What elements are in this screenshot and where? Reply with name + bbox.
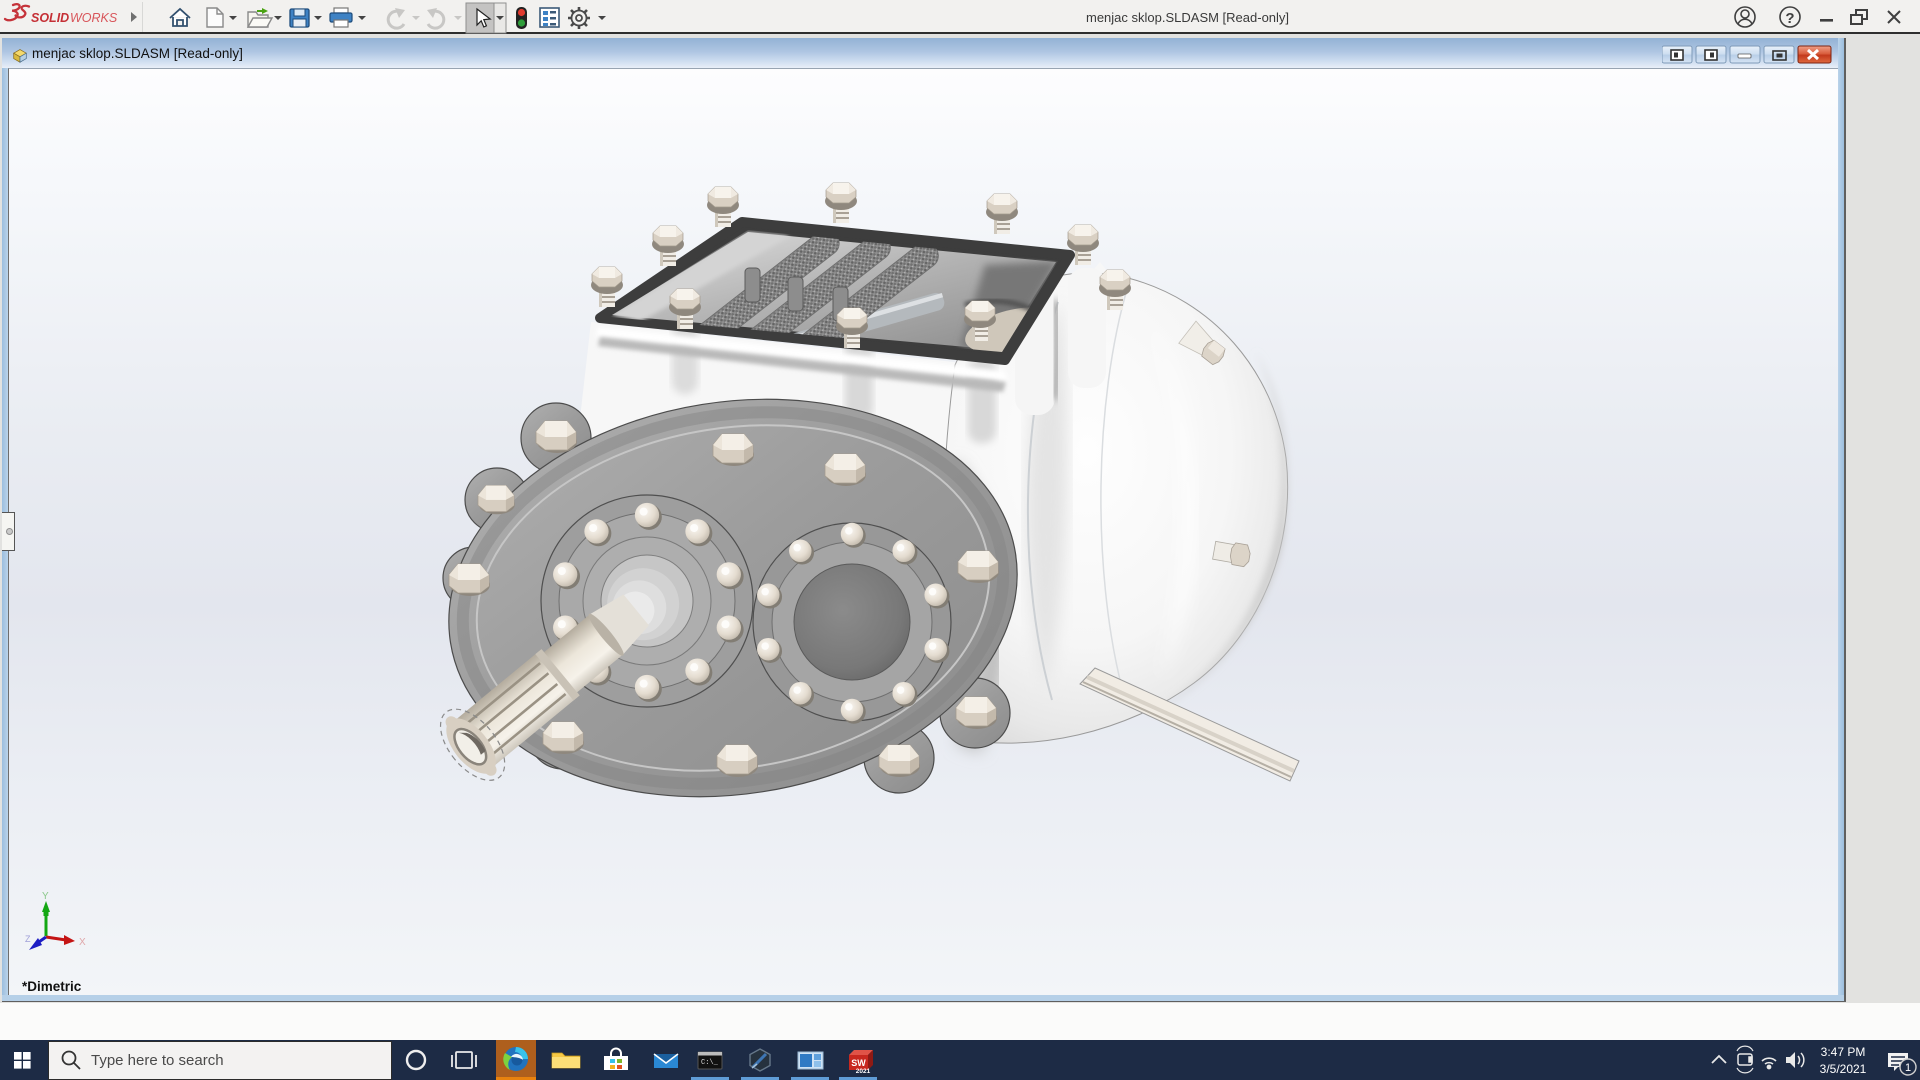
svg-text:1: 1: [1905, 1062, 1911, 1074]
svg-text:SW: SW: [851, 1058, 866, 1068]
svg-text:2021: 2021: [856, 1068, 871, 1075]
svg-text:Z: Z: [25, 934, 31, 944]
svg-text:X: X: [79, 937, 86, 948]
svg-text:Y: Y: [42, 891, 49, 902]
svg-text:C:\_: C:\_: [701, 1059, 719, 1067]
